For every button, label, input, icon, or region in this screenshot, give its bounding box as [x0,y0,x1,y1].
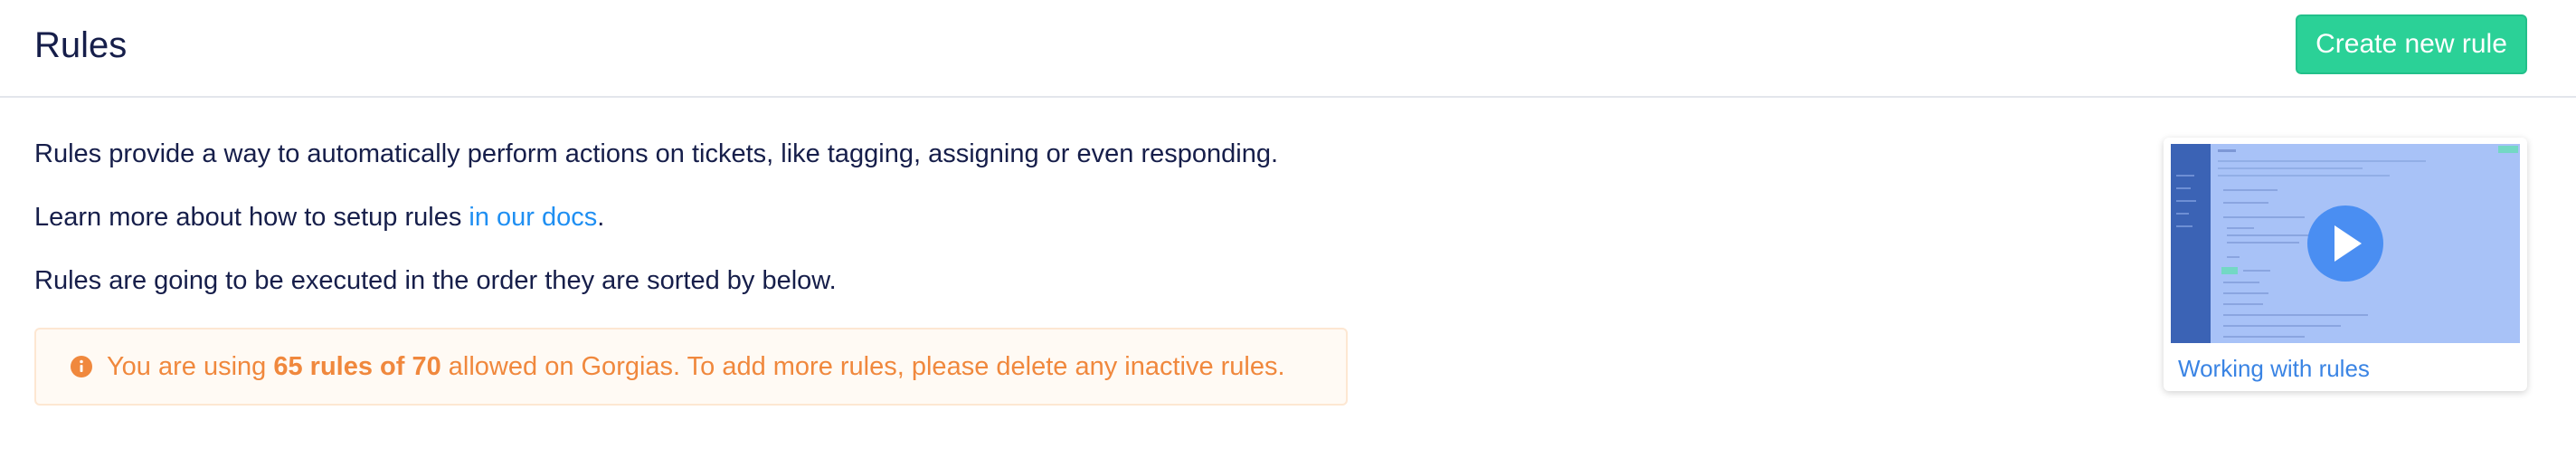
info-icon [71,356,92,377]
docs-paragraph: Learn more about how to setup rules in o… [34,199,604,235]
docs-period: . [597,203,605,232]
alert-suffix: allowed on Gorgias. To add more rules, p… [440,352,1285,381]
docs-link[interactable]: in our docs [469,203,597,232]
alert-prefix: You are using [107,352,274,381]
create-new-rule-button[interactable]: Create new rule [2296,14,2527,74]
video-thumbnail[interactable] [2171,144,2520,343]
page-header: Rules Create new rule [0,0,2576,98]
video-caption[interactable]: Working with rules [2178,353,2370,384]
play-icon[interactable] [2307,205,2383,282]
order-note: Rules are going to be executed in the or… [34,266,837,295]
intro-description: Rules provide a way to automatically per… [34,139,1279,168]
alert-count: 65 rules of 70 [273,352,441,381]
docs-text: Learn more about how to setup rules [34,203,469,232]
page-title: Rules [34,25,128,65]
rules-limit-alert: You are using 65 rules of 70 allowed on … [34,328,1348,406]
video-card[interactable]: Working with rules [2164,138,2527,391]
